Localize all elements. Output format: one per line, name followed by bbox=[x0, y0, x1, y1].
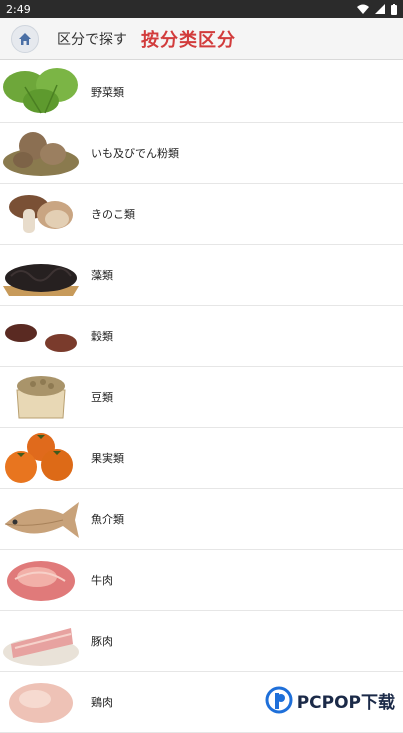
beef-icon bbox=[1, 551, 81, 609]
list-item-label: 野菜類 bbox=[91, 86, 124, 99]
wifi-icon bbox=[357, 4, 369, 14]
list-item[interactable]: 豚肉 bbox=[0, 611, 403, 672]
list-item-label: 藻類 bbox=[91, 269, 113, 282]
list-item[interactable]: いも及びでん粉類 bbox=[0, 123, 403, 184]
list-item[interactable]: 藻類 bbox=[0, 245, 403, 306]
list-item[interactable]: きのこ類 bbox=[0, 184, 403, 245]
home-icon bbox=[19, 32, 31, 45]
status-time: 2:49 bbox=[6, 2, 31, 16]
category-list: 野菜類 いも及びでん粉類 きのこ類 藻類 穀類 豆類 果実類 魚介類 牛肉 豚肉… bbox=[0, 62, 403, 733]
list-item-label: 牛肉 bbox=[91, 574, 113, 587]
list-item-label: きのこ類 bbox=[91, 208, 135, 221]
signal-icon bbox=[375, 4, 385, 14]
list-item[interactable]: 牛肉 bbox=[0, 550, 403, 611]
header-subtitle: 区分で探す bbox=[57, 31, 127, 48]
persimmon-icon bbox=[1, 429, 81, 487]
list-item-label: 穀類 bbox=[91, 330, 113, 343]
list-item-label: 魚介類 bbox=[91, 513, 124, 526]
soybean-icon bbox=[1, 368, 81, 426]
battery-icon bbox=[391, 3, 397, 15]
list-item-label: 豆類 bbox=[91, 391, 113, 404]
status-bar: 2:49 bbox=[0, 0, 403, 18]
chicken-icon bbox=[1, 673, 81, 731]
list-item-label: いも及びでん粉類 bbox=[91, 147, 179, 160]
mushroom-icon bbox=[1, 185, 81, 243]
list-item[interactable]: 豆類 bbox=[0, 367, 403, 428]
status-icons bbox=[357, 3, 397, 15]
pork-icon bbox=[1, 612, 81, 670]
list-item[interactable]: 野菜類 bbox=[0, 62, 403, 123]
fish-icon bbox=[1, 490, 81, 548]
vegetable-leaf-icon bbox=[1, 63, 81, 121]
app-header: 区分で探す 按分类区分 bbox=[0, 18, 403, 60]
page-title: 按分类区分 bbox=[141, 29, 236, 51]
grain-icon bbox=[1, 307, 81, 365]
watermark-text: PCPOP下载 bbox=[296, 692, 395, 713]
watermark: PCPOP下载 bbox=[265, 686, 395, 714]
potato-icon bbox=[1, 124, 81, 182]
seaweed-icon bbox=[1, 246, 81, 304]
pcpop-logo-icon bbox=[265, 686, 293, 714]
list-item[interactable]: 穀類 bbox=[0, 306, 403, 367]
list-item-label: 豚肉 bbox=[91, 635, 113, 648]
list-item-label: 果実類 bbox=[91, 452, 124, 465]
home-button[interactable] bbox=[11, 24, 39, 53]
list-item[interactable]: 果実類 bbox=[0, 428, 403, 489]
list-item[interactable]: 魚介類 bbox=[0, 489, 403, 550]
list-item-label: 鶏肉 bbox=[91, 696, 113, 709]
